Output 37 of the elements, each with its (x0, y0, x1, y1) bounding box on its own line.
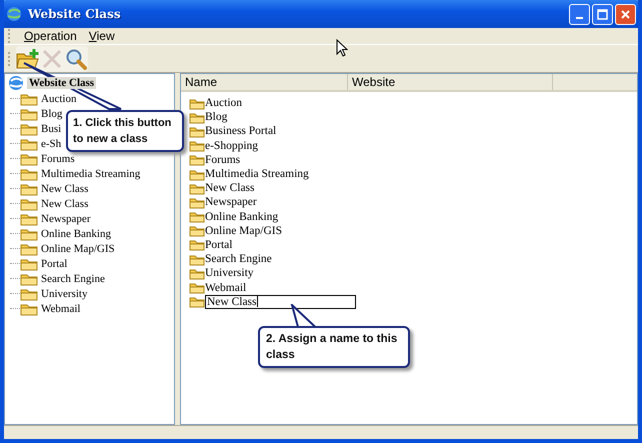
list-item[interactable]: Online Map/GIS (205, 224, 282, 237)
list-item[interactable]: Portal (205, 238, 232, 251)
tree-item[interactable]: University (41, 288, 88, 300)
list-item[interactable]: Auction (205, 97, 242, 110)
list-item[interactable]: Search Engine (205, 253, 272, 266)
callout-note: 1. Click this button to new a class (66, 110, 184, 152)
tree-item[interactable]: Webmail (41, 302, 80, 314)
tree-item[interactable]: Forums (41, 152, 75, 164)
menu-item[interactable]: Operation (20, 29, 81, 43)
tree-item[interactable]: Online Map/GIS (41, 242, 115, 254)
tree-item[interactable]: e-Sh (41, 138, 62, 150)
list-item[interactable]: Blog (205, 111, 228, 124)
list-item[interactable]: e-Shopping (205, 140, 258, 152)
window-title: Website Class (28, 7, 121, 21)
tree-item[interactable]: Blog (41, 108, 62, 120)
list-item[interactable]: New Class (205, 182, 255, 194)
list-item[interactable]: Multimedia Streaming (205, 168, 309, 180)
tree-item[interactable]: Newspaper (41, 212, 90, 224)
tree-item[interactable]: Website Class (27, 77, 96, 89)
list-item[interactable]: Business Portal (205, 125, 276, 138)
tree-item[interactable]: Multimedia Streaming (41, 168, 140, 180)
menu-item[interactable]: View (84, 29, 119, 43)
column-header[interactable]: Name (181, 74, 348, 90)
column-header[interactable]: Website (348, 74, 553, 90)
tree-item[interactable]: Auction (41, 92, 76, 104)
tree-item[interactable]: Portal (41, 258, 68, 270)
tree-item[interactable]: New Class (41, 182, 88, 194)
tree-item[interactable]: Search Engine (41, 272, 105, 284)
list-item[interactable]: Newspaper (205, 196, 257, 208)
list-item[interactable]: Forums (205, 154, 240, 166)
list-item[interactable]: Webmail (205, 282, 246, 294)
tree-item[interactable]: New Class (41, 198, 88, 210)
tree-item[interactable]: Busi (41, 122, 62, 134)
list-item[interactable]: Online Banking (205, 210, 278, 223)
tree-item[interactable]: Online Banking (41, 228, 111, 240)
list-item[interactable]: University (205, 267, 254, 280)
name-input-field[interactable]: New Class (205, 294, 356, 309)
